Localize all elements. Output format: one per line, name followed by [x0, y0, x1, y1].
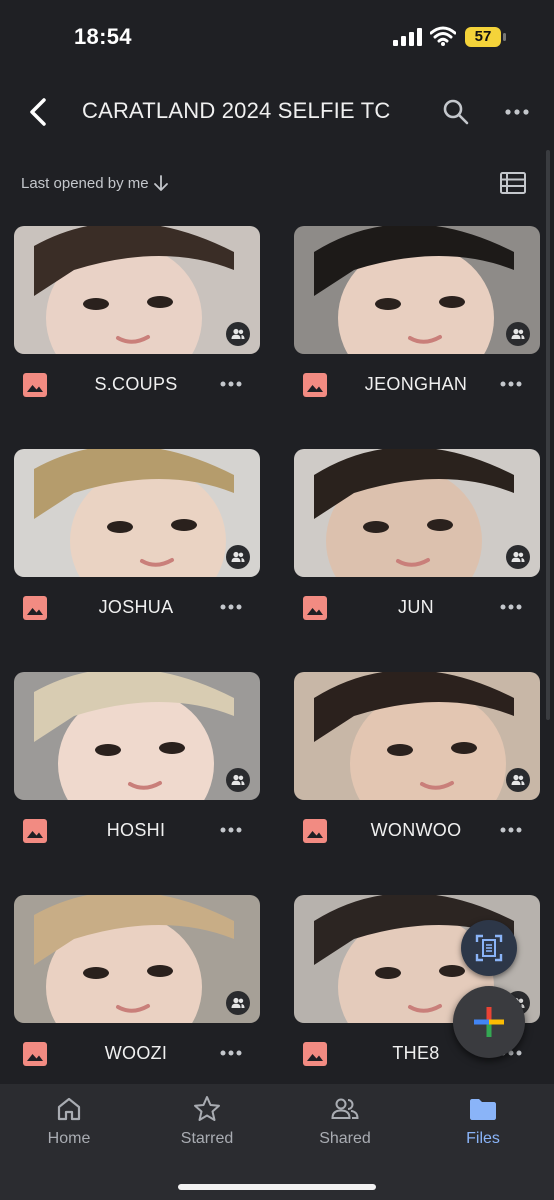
back-arrow-icon[interactable] [20, 92, 60, 132]
file-name: JUN [398, 597, 434, 617]
nav-shared[interactable]: Shared [290, 1094, 400, 1158]
file-card[interactable]: JEONGHAN [294, 226, 542, 426]
photo-thumbnail-image [14, 449, 260, 577]
image-file-icon [303, 1042, 327, 1066]
sort-button[interactable]: Last opened by me [21, 174, 169, 192]
file-card[interactable]: WONWOO [294, 672, 542, 872]
page-title: CARATLAND 2024 SELFIE TC [82, 98, 391, 123]
file-name: HOSHI [106, 820, 166, 840]
scrollbar[interactable] [546, 150, 550, 720]
image-file-icon [303, 819, 327, 843]
file-thumbnail[interactable] [14, 449, 260, 577]
plus-icon [474, 1007, 504, 1037]
shared-badge [226, 991, 250, 1015]
sort-label: Last opened by me [21, 174, 149, 192]
more-options-icon[interactable] [496, 818, 526, 842]
shared-people-icon [231, 328, 245, 339]
sort-bar: Last opened by me [0, 166, 554, 200]
file-thumbnail[interactable] [294, 672, 540, 800]
shared-people-icon [231, 551, 245, 562]
file-thumbnail[interactable] [294, 226, 540, 354]
file-thumbnail[interactable] [14, 672, 260, 800]
file-thumbnail[interactable] [14, 895, 260, 1023]
shared-people-icon [511, 774, 525, 785]
home-icon [57, 1097, 81, 1121]
arrow-down-icon [153, 175, 168, 191]
nav-starred-label: Starred [180, 1130, 234, 1147]
file-card[interactable]: JOSHUA [14, 449, 262, 649]
more-options-icon[interactable] [500, 96, 534, 128]
file-name: JEONGHAN [364, 374, 468, 394]
list-view-icon[interactable] [498, 170, 528, 196]
nav-home[interactable]: Home [14, 1094, 124, 1158]
image-file-icon [23, 819, 47, 843]
more-options-icon[interactable] [216, 818, 246, 842]
file-name: JOSHUA [98, 597, 174, 617]
folder-icon [470, 1099, 496, 1120]
image-file-icon [23, 1042, 47, 1066]
scan-icon [475, 934, 503, 962]
battery-tip [503, 33, 506, 41]
shared-badge [506, 545, 530, 569]
photo-thumbnail-image [294, 672, 540, 800]
more-options-icon[interactable] [216, 595, 246, 619]
shared-badge [226, 322, 250, 346]
bottom-navigation: Home Starred Shared Files [0, 1084, 554, 1200]
nav-files[interactable]: Files [428, 1094, 538, 1158]
image-file-icon [303, 596, 327, 620]
wifi-icon [430, 26, 456, 46]
photo-thumbnail-image [294, 449, 540, 577]
more-options-icon[interactable] [216, 372, 246, 396]
file-card[interactable]: WOOZI [14, 895, 262, 1095]
shared-people-icon [511, 328, 525, 339]
nav-files-label: Files [466, 1130, 500, 1147]
status-time: 18:54 [74, 24, 132, 49]
people-icon [331, 1098, 359, 1119]
shared-people-icon [231, 997, 245, 1008]
shared-badge [506, 768, 530, 792]
photo-thumbnail-image [294, 226, 540, 354]
cellular-signal-icon [393, 28, 422, 46]
nav-home-label: Home [47, 1130, 91, 1147]
file-name: WOOZI [104, 1043, 168, 1063]
image-file-icon [23, 373, 47, 397]
more-options-icon[interactable] [496, 372, 526, 396]
new-button[interactable] [453, 986, 525, 1058]
image-file-icon [23, 596, 47, 620]
shared-badge [226, 545, 250, 569]
nav-starred[interactable]: Starred [152, 1094, 262, 1158]
battery-indicator: 57 [465, 27, 501, 47]
home-indicator [178, 1184, 376, 1190]
photo-thumbnail-image [14, 226, 260, 354]
shared-people-icon [231, 774, 245, 785]
nav-shared-label: Shared [319, 1130, 371, 1147]
shared-badge [506, 322, 530, 346]
scan-document-button[interactable] [461, 920, 517, 976]
top-app-bar: CARATLAND 2024 SELFIE TC [0, 84, 554, 140]
file-thumbnail[interactable] [294, 449, 540, 577]
search-icon[interactable] [440, 96, 472, 128]
shared-badge [226, 768, 250, 792]
shared-people-icon [511, 551, 525, 562]
photo-thumbnail-image [14, 895, 260, 1023]
more-options-icon[interactable] [496, 595, 526, 619]
photo-thumbnail-image [14, 672, 260, 800]
file-card[interactable]: JUN [294, 449, 542, 649]
star-icon [194, 1096, 220, 1121]
status-bar: 18:54 57 [0, 0, 554, 76]
file-name: WONWOO [370, 820, 462, 840]
more-options-icon[interactable] [216, 1041, 246, 1065]
image-file-icon [303, 373, 327, 397]
file-card[interactable]: S.COUPS [14, 226, 262, 426]
file-thumbnail[interactable] [14, 226, 260, 354]
file-name: S.COUPS [94, 374, 178, 394]
file-card[interactable]: HOSHI [14, 672, 262, 872]
